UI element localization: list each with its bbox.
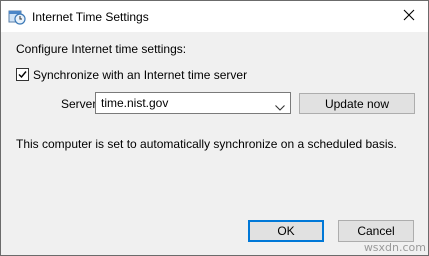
ok-button[interactable]: OK (248, 220, 324, 242)
sync-checkbox[interactable] (16, 68, 29, 81)
watermark: wsxdn.com (363, 241, 426, 254)
server-combobox[interactable]: time.nist.gov (95, 92, 291, 114)
dialog-window: Internet Time Settings Configure Interne… (0, 0, 429, 256)
checkmark-icon (18, 71, 27, 79)
config-label: Configure Internet time settings: (16, 42, 187, 56)
window-title: Internet Time Settings (32, 10, 149, 24)
sync-checkbox-label[interactable]: Synchronize with an Internet time server (33, 68, 247, 82)
close-button[interactable] (390, 1, 428, 32)
close-icon (403, 9, 415, 24)
server-label: Server: (61, 97, 100, 111)
clock-globe-icon (8, 8, 26, 26)
server-value: time.nist.gov (101, 96, 169, 110)
update-now-button[interactable]: Update now (299, 93, 415, 114)
title-bar: Internet Time Settings (1, 1, 428, 32)
status-text: This computer is set to automatically sy… (16, 137, 397, 151)
cancel-button[interactable]: Cancel (338, 220, 414, 242)
chevron-down-icon[interactable] (275, 100, 285, 111)
